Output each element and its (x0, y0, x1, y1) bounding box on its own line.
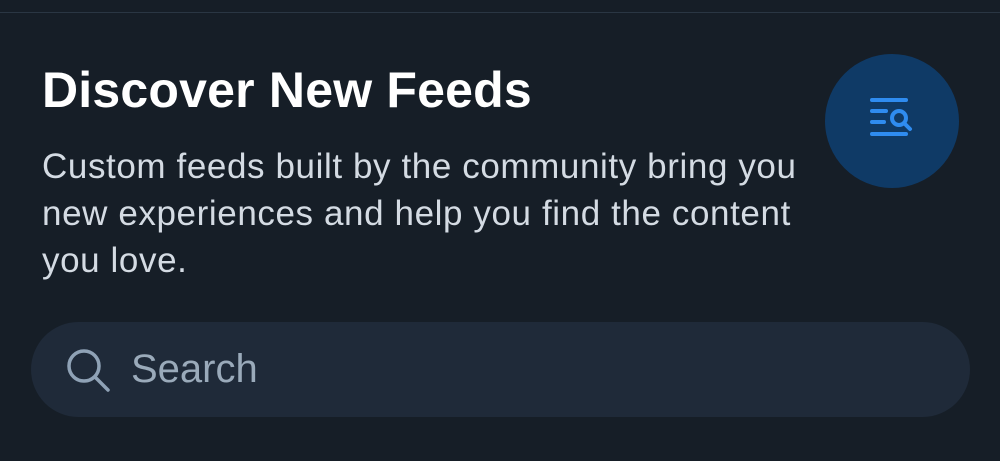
search-bar[interactable] (31, 322, 970, 417)
search-input[interactable] (131, 339, 891, 400)
top-divider (0, 12, 1000, 13)
feed-search-icon (866, 93, 918, 150)
page-description: Custom feeds built by the community brin… (42, 147, 797, 280)
feed-search-icon-badge (825, 54, 959, 188)
page-title: Discover New Feeds (42, 62, 532, 118)
search-icon (65, 347, 111, 393)
discover-feeds-page: Discover New Feeds Custom feeds built by… (0, 0, 1000, 461)
